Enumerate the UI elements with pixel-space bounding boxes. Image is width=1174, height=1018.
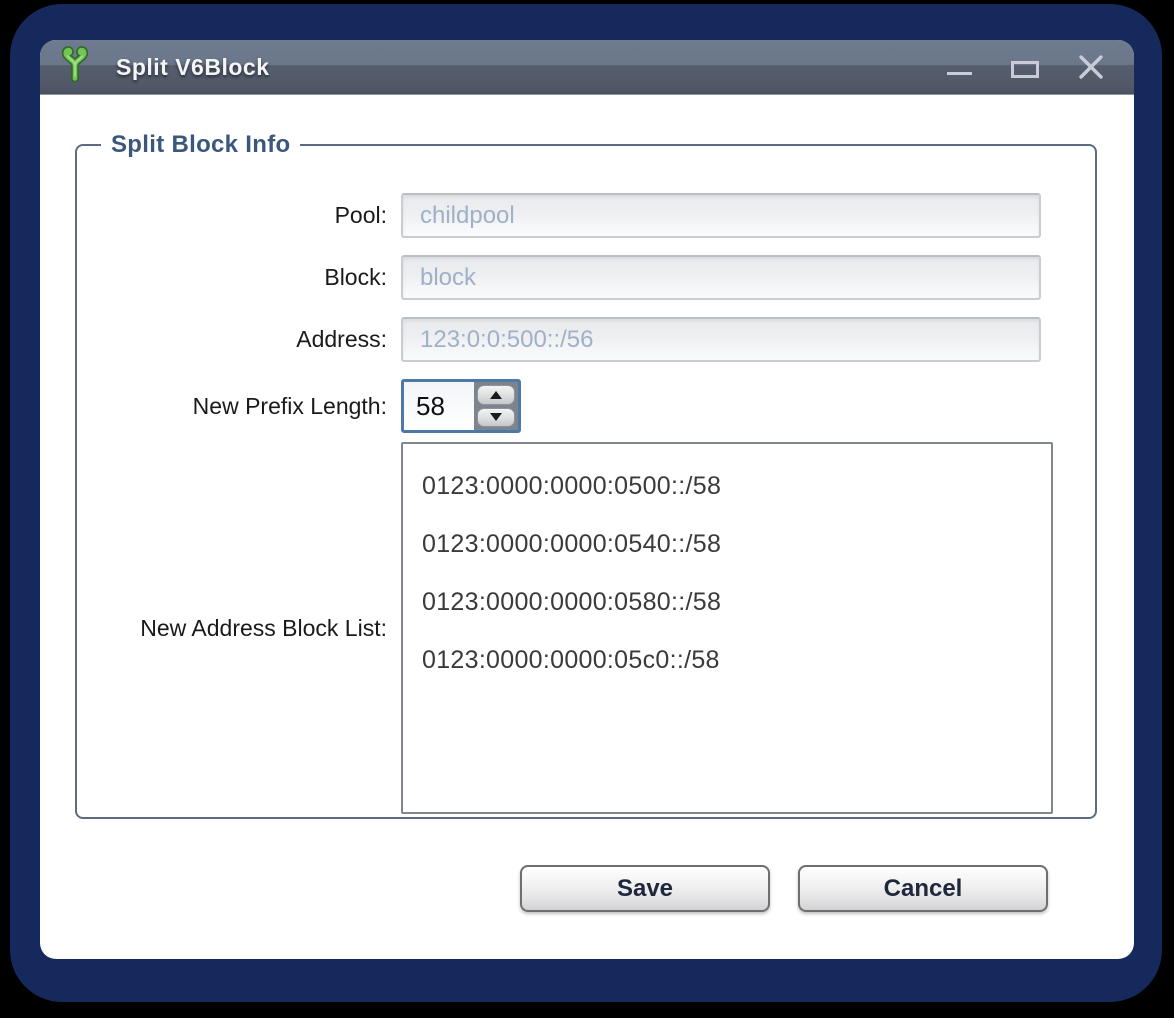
block-label: Block:: [77, 264, 401, 291]
address-block-list-label: New Address Block List:: [77, 615, 401, 642]
address-block-list-row: New Address Block List: 0123:0000:0000:0…: [77, 442, 1053, 814]
prefix-length-row: New Prefix Length: 58: [77, 379, 1053, 433]
dialog-frame: Split V6Block Split Block Info: [10, 4, 1162, 1002]
minimize-button[interactable]: [942, 50, 976, 84]
save-button[interactable]: Save: [520, 865, 770, 912]
arrow-down-icon: [490, 413, 502, 421]
close-icon: [1075, 51, 1107, 83]
prefix-length-label: New Prefix Length:: [77, 393, 401, 420]
split-v6block-dialog: Split V6Block Split Block Info: [40, 40, 1134, 959]
maximize-icon: [1011, 61, 1039, 78]
pool-label: Pool:: [77, 202, 401, 229]
button-bar: Save Cancel: [75, 865, 1048, 912]
pool-row: Pool: childpool: [77, 193, 1053, 238]
stepper-down-button[interactable]: [477, 408, 515, 428]
close-button[interactable]: [1074, 50, 1108, 84]
address-input[interactable]: 123:0:0:500::/56: [401, 317, 1041, 362]
dialog-body: Split Block Info Pool: childpool Block: …: [40, 95, 1134, 912]
block-row: Block: block: [77, 255, 1053, 300]
prefix-length-value[interactable]: 58: [404, 382, 474, 430]
block-input[interactable]: block: [401, 255, 1041, 300]
group-title: Split Block Info: [101, 131, 300, 159]
list-item[interactable]: 0123:0000:0000:0580::/58: [422, 573, 1051, 631]
cancel-button[interactable]: Cancel: [798, 865, 1048, 912]
window-controls: [942, 50, 1108, 84]
minimize-icon: [947, 72, 972, 75]
window-title: Split V6Block: [116, 54, 269, 81]
split-branch-icon: [56, 45, 94, 83]
list-item[interactable]: 0123:0000:0000:0540::/58: [422, 515, 1051, 573]
maximize-button[interactable]: [1008, 50, 1042, 84]
pool-input[interactable]: childpool: [401, 193, 1041, 238]
split-block-info-group: Split Block Info Pool: childpool Block: …: [75, 131, 1097, 819]
stepper-buttons: [474, 382, 518, 430]
arrow-up-icon: [490, 391, 502, 399]
address-row: Address: 123:0:0:500::/56: [77, 317, 1053, 362]
stepper-up-button[interactable]: [477, 385, 515, 405]
list-item[interactable]: 0123:0000:0000:05c0::/58: [422, 631, 1051, 689]
address-label: Address:: [77, 326, 401, 353]
new-address-block-list[interactable]: 0123:0000:0000:0500::/58 0123:0000:0000:…: [401, 442, 1053, 814]
prefix-length-stepper[interactable]: 58: [401, 379, 521, 433]
list-item[interactable]: 0123:0000:0000:0500::/58: [422, 457, 1051, 515]
title-bar[interactable]: Split V6Block: [40, 40, 1134, 95]
